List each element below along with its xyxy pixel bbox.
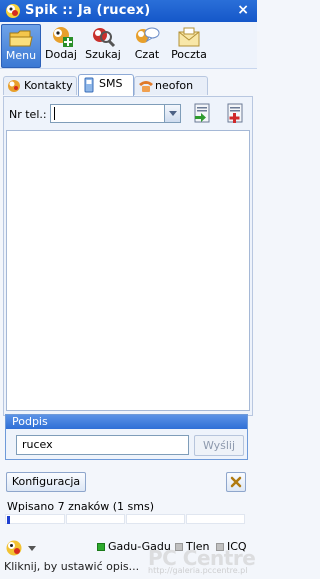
- folder-icon: [9, 30, 33, 47]
- online-indicator-icon: [97, 543, 105, 551]
- menu-label: Menu: [5, 49, 37, 62]
- tab-sms[interactable]: SMS: [78, 74, 134, 96]
- spik-logo-icon: [6, 4, 20, 18]
- progress-segment: [186, 514, 245, 524]
- progress-segment: [126, 514, 185, 524]
- tab-contacts[interactable]: Kontakty: [3, 76, 77, 95]
- progress-segment: [66, 514, 125, 524]
- status-icon[interactable]: [5, 539, 25, 557]
- title-bar: Spik :: Ja (rucex) ×: [0, 0, 257, 22]
- tab-strip: Kontakty SMS neofon tp: [0, 74, 257, 110]
- phone-number-label: Nr tel.:: [9, 108, 47, 121]
- text-cursor: [54, 107, 55, 120]
- signature-header: Podpis: [6, 415, 247, 429]
- add-contact-label: Dodaj: [45, 48, 77, 61]
- signature-group: Podpis rucex Wyślij: [5, 414, 248, 460]
- chat-icon: [136, 27, 160, 43]
- close-window-button[interactable]: ×: [237, 2, 249, 18]
- neofon-icon: [139, 81, 153, 92]
- tab-neofon[interactable]: neofon tp: [134, 76, 208, 110]
- search-button[interactable]: Szukaj: [84, 24, 122, 66]
- phone-icon: [84, 77, 94, 93]
- watermark-url: http://galeria.pccentre.pl: [148, 566, 248, 575]
- search-label: Szukaj: [85, 48, 121, 61]
- search-icon: [93, 28, 116, 48]
- mail-icon: [178, 27, 200, 47]
- send-button[interactable]: Wyślij: [194, 435, 244, 456]
- close-icon: [230, 476, 242, 488]
- tab-sms-label: SMS: [99, 77, 123, 90]
- add-contact-book-button[interactable]: [224, 102, 246, 124]
- progress-fill: [7, 516, 10, 524]
- mail-button[interactable]: Poczta: [170, 24, 208, 66]
- character-counter: Wpisano 7 znaków (1 sms): [7, 500, 155, 513]
- tab-contacts-label: Kontakty: [24, 79, 73, 92]
- main-toolbar: Menu Dodaj Szukaj Czat Poczta: [0, 22, 257, 69]
- add-user-icon: [53, 27, 73, 47]
- chat-button[interactable]: Czat: [128, 24, 166, 66]
- signature-input[interactable]: rucex: [16, 435, 189, 455]
- status-description-link[interactable]: Kliknij, by ustawić opis...: [4, 560, 139, 573]
- menu-button[interactable]: Menu: [1, 24, 41, 68]
- sms-panel: Nr tel.:: [3, 96, 253, 416]
- clear-button[interactable]: [226, 472, 246, 492]
- sms-progress-bar: [5, 514, 245, 524]
- status-dropdown-icon[interactable]: [28, 546, 36, 551]
- phone-number-input[interactable]: [50, 104, 166, 123]
- phone-number-dropdown[interactable]: [164, 104, 181, 123]
- configuration-button[interactable]: Konfiguracja: [6, 472, 86, 492]
- window-title: Spik :: Ja (rucex): [25, 3, 151, 18]
- chat-label: Czat: [134, 48, 160, 61]
- message-textarea[interactable]: [6, 130, 250, 411]
- import-contact-button[interactable]: [191, 102, 213, 124]
- progress-segment: [5, 514, 65, 524]
- mail-label: Poczta: [171, 48, 207, 61]
- contacts-icon: [8, 80, 20, 92]
- add-contact-button[interactable]: Dodaj: [42, 24, 80, 66]
